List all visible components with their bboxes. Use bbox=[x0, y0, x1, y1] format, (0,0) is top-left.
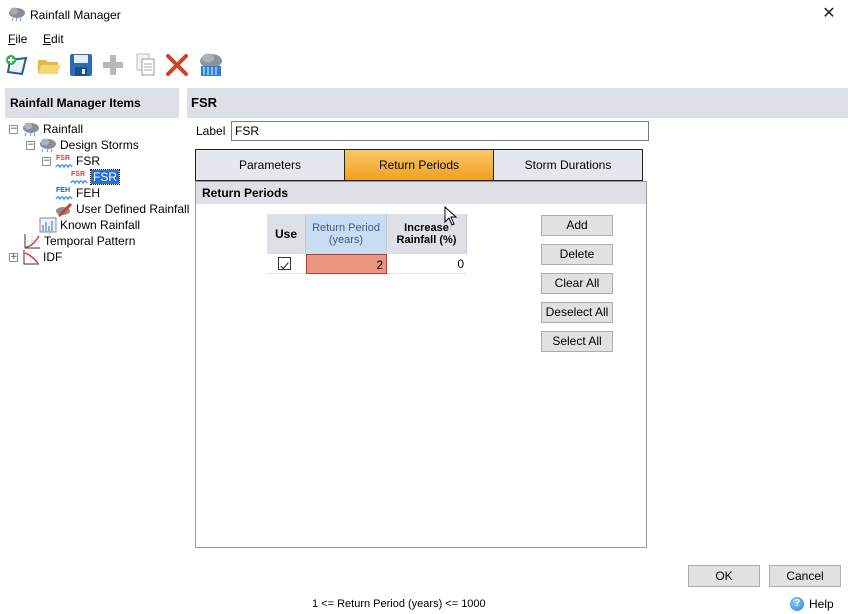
menu-edit[interactable]: Edit bbox=[43, 32, 64, 46]
tree-node-label: Known Rainfall bbox=[60, 218, 141, 232]
ok-button[interactable]: OK bbox=[688, 565, 760, 587]
known-rainfall-icon bbox=[39, 217, 57, 233]
cloud-rain-icon bbox=[39, 137, 57, 153]
tab-parameters[interactable]: Parameters bbox=[195, 149, 345, 181]
checkmark-icon bbox=[280, 262, 289, 270]
tree-node-rainfall[interactable]: − Rainfall bbox=[9, 121, 83, 137]
title-bar: Rainfall Manager ✕ bbox=[0, 0, 848, 30]
status-hint: 1 <= Return Period (years) <= 1000 bbox=[312, 598, 486, 610]
tree-node-user-defined-rainfall[interactable]: User Defined Rainfall bbox=[55, 201, 190, 218]
tree-node-idf[interactable]: + IDF bbox=[9, 249, 62, 265]
idf-chart-icon bbox=[22, 249, 40, 265]
cancel-button[interactable]: Cancel bbox=[769, 565, 841, 587]
svg-text:FSR: FSR bbox=[56, 155, 70, 162]
cell-return-period[interactable]: 2 bbox=[306, 254, 387, 274]
label-caption: Label bbox=[196, 124, 226, 138]
fsr-icon: FSR bbox=[70, 169, 88, 185]
svg-text:FSR: FSR bbox=[71, 171, 85, 178]
items-panel-title: Rainfall Manager Items bbox=[5, 88, 179, 118]
tree-node-label: Design Storms bbox=[60, 138, 139, 152]
rainfall-icon[interactable] bbox=[198, 52, 224, 78]
tree-node-label: IDF bbox=[43, 250, 63, 264]
window-title: Rainfall Manager bbox=[30, 8, 121, 22]
feh-icon: FEH bbox=[55, 185, 73, 201]
tree-node-label: FEH bbox=[76, 186, 100, 200]
cell-use bbox=[267, 254, 306, 274]
mouse-cursor-icon bbox=[444, 205, 458, 226]
menu-edit-mnemonic: E bbox=[43, 32, 52, 46]
tree-node-known-rainfall[interactable]: Known Rainfall bbox=[39, 217, 140, 233]
help-label: Help bbox=[809, 597, 834, 611]
tree-node-label: FSR bbox=[76, 154, 100, 168]
svg-text:FEH: FEH bbox=[56, 187, 70, 194]
deselect-all-button[interactable]: Deselect All bbox=[541, 302, 613, 323]
section-title: Return Periods bbox=[196, 182, 646, 204]
tree-node-label: User Defined Rainfall bbox=[76, 202, 190, 216]
menu-edit-label: dit bbox=[51, 32, 64, 46]
open-folder-icon[interactable] bbox=[36, 52, 62, 78]
select-all-button[interactable]: Select All bbox=[541, 331, 613, 352]
save-icon[interactable] bbox=[68, 52, 94, 78]
menu-file-label: ile bbox=[15, 32, 28, 46]
tab-storm-durations[interactable]: Storm Durations bbox=[493, 149, 643, 181]
column-header-return-period[interactable]: Return Period (years) bbox=[306, 214, 387, 254]
label-input[interactable]: FSR bbox=[231, 121, 649, 141]
tab-return-periods[interactable]: Return Periods bbox=[344, 149, 494, 181]
collapse-icon[interactable]: − bbox=[42, 156, 51, 166]
collapse-icon[interactable]: − bbox=[26, 140, 35, 150]
menu-file[interactable]: File bbox=[8, 32, 27, 46]
delete-button[interactable]: Delete bbox=[541, 244, 613, 265]
tab-strip: Parameters Return Periods Storm Duration… bbox=[195, 149, 647, 181]
items-panel: Rainfall Manager Items − Rainfall − Desi… bbox=[5, 88, 189, 553]
return-periods-panel: Return Periods Use Return Period (years)… bbox=[195, 181, 647, 548]
copy-icon[interactable] bbox=[132, 52, 158, 78]
temporal-chart-icon bbox=[23, 233, 41, 249]
tree-node-label: FSR bbox=[90, 169, 120, 185]
detail-header: FSR bbox=[187, 88, 848, 118]
tree-node-fsr-selected[interactable]: FSR FSR bbox=[70, 169, 120, 185]
app-cloud-rain-icon bbox=[8, 6, 26, 22]
close-icon[interactable]: ✕ bbox=[818, 4, 840, 24]
tree-node-design-storms[interactable]: − Design Storms bbox=[26, 137, 139, 153]
tree-node-temporal-pattern[interactable]: Temporal Pattern bbox=[23, 233, 135, 249]
add-button[interactable]: Add bbox=[541, 215, 613, 236]
column-header-use[interactable]: Use bbox=[267, 214, 306, 254]
clear-all-button[interactable]: Clear All bbox=[541, 273, 613, 294]
new-icon[interactable] bbox=[4, 52, 30, 78]
pencil-icon bbox=[55, 201, 73, 218]
tree-node-label: Rainfall bbox=[43, 122, 84, 136]
expand-icon[interactable]: + bbox=[9, 252, 18, 262]
collapse-icon[interactable]: − bbox=[9, 124, 18, 134]
add-icon[interactable] bbox=[100, 52, 126, 78]
cloud-rain-icon bbox=[22, 121, 40, 137]
help-icon: ? bbox=[790, 597, 804, 611]
tree-node-fsr-group[interactable]: − FSR FSR bbox=[42, 153, 100, 169]
cell-increase-rainfall[interactable]: 0 bbox=[387, 254, 467, 274]
use-checkbox[interactable] bbox=[278, 257, 291, 270]
help-link[interactable]: ? Help bbox=[790, 597, 834, 611]
tree-node-feh[interactable]: FEH FEH bbox=[55, 185, 100, 201]
tree-node-label: Temporal Pattern bbox=[44, 234, 136, 248]
fsr-icon: FSR bbox=[55, 153, 73, 169]
delete-icon[interactable] bbox=[164, 52, 190, 78]
